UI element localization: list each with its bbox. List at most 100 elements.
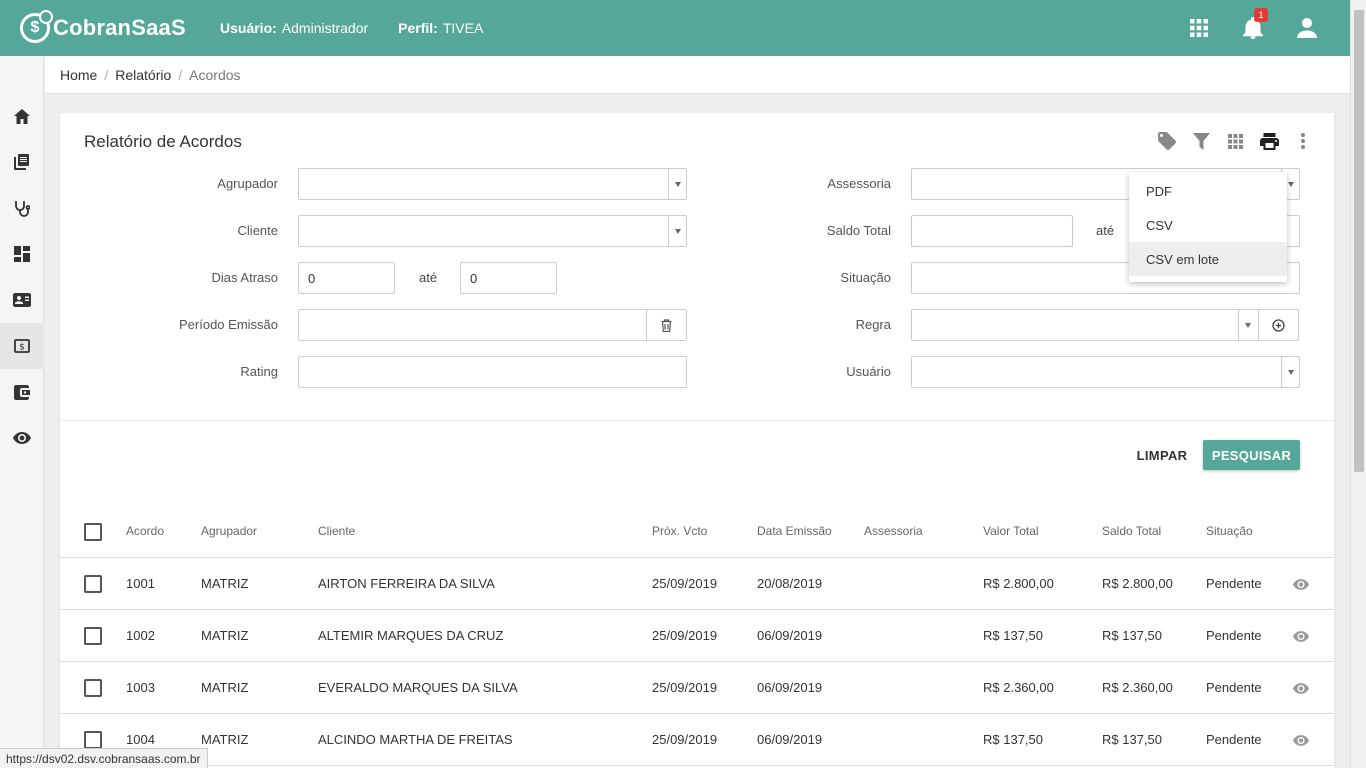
apps-grid-button[interactable]: [1172, 0, 1226, 56]
cell-prox-vcto: 25/09/2019: [652, 680, 718, 695]
profile-label: Perfil:: [398, 20, 438, 36]
dias-atraso-from-input[interactable]: 0: [298, 262, 395, 294]
assessoria-label: Assessoria: [827, 176, 891, 191]
cell-prox-vcto: 25/09/2019: [652, 576, 718, 591]
sidebar-item-contacts[interactable]: [0, 277, 44, 323]
cell-valor-total: R$ 2.360,00: [983, 680, 1054, 695]
sidebar-item-health[interactable]: [0, 185, 44, 231]
breadcrumb-relatorio[interactable]: Relatório: [115, 67, 171, 83]
table-row[interactable]: 1001 MATRIZ AIRTON FERREIRA DA SILVA 25/…: [60, 558, 1334, 610]
clear-date-button[interactable]: [646, 310, 686, 340]
app-logo[interactable]: $ CobranSaaS: [20, 10, 220, 43]
cell-prox-vcto: 25/09/2019: [652, 732, 718, 747]
table-row[interactable]: 1002 MATRIZ ALTEMIR MARQUES DA CRUZ 25/0…: [60, 610, 1334, 662]
agrupador-label: Agrupador: [217, 176, 278, 191]
user-label: Usuário:: [220, 20, 277, 36]
chevron-down-icon[interactable]: [1238, 310, 1256, 340]
cell-situacao: Pendente: [1206, 732, 1262, 747]
menu-item-csv-em-lote[interactable]: CSV em lote: [1129, 242, 1287, 276]
saldo-total-from-input[interactable]: [911, 215, 1073, 247]
column-agrupador[interactable]: Agrupador: [201, 524, 257, 538]
stethoscope-icon: [15, 200, 30, 217]
saldo-total-label: Saldo Total: [826, 223, 891, 238]
cell-agrupador: MATRIZ: [201, 732, 249, 747]
column-data-emissao[interactable]: Data Emissão: [757, 524, 832, 538]
column-assessoria[interactable]: Assessoria: [864, 524, 923, 538]
cell-acordo: 1004: [126, 732, 155, 747]
cell-data-emissao: 20/08/2019: [757, 576, 823, 591]
regra-label: Regra: [855, 317, 891, 332]
sidebar-item-finance[interactable]: $: [0, 323, 44, 369]
top-bar: $ CobranSaaS Usuário: Administrador Perf…: [0, 0, 1350, 56]
page-scrollbar[interactable]: [1350, 0, 1366, 768]
limpar-button[interactable]: LIMPAR: [1132, 440, 1192, 470]
row-checkbox[interactable]: [84, 679, 102, 697]
scrollbar-thumb[interactable]: [1354, 10, 1364, 472]
cliente-select[interactable]: [298, 215, 687, 247]
breadcrumb-home[interactable]: Home: [60, 67, 97, 83]
view-eye-icon[interactable]: [1293, 683, 1309, 694]
chevron-down-icon[interactable]: [668, 216, 686, 246]
select-all-checkbox[interactable]: [84, 523, 102, 541]
person-icon: [1297, 18, 1317, 38]
column-situacao[interactable]: Situação: [1206, 524, 1253, 538]
situacao-label: Situação: [840, 270, 891, 285]
usuario-select[interactable]: [911, 356, 1300, 388]
cell-saldo-total: R$ 2.800,00: [1102, 576, 1173, 591]
more-options-button[interactable]: [1286, 129, 1320, 153]
notification-badge: 1: [1254, 8, 1268, 22]
menu-item-csv[interactable]: CSV: [1129, 208, 1287, 242]
print-menu: PDF CSV CSV em lote: [1129, 172, 1287, 282]
cell-data-emissao: 06/09/2019: [757, 732, 823, 747]
row-checkbox[interactable]: [84, 575, 102, 593]
dias-atraso-from-value: 0: [308, 271, 316, 286]
print-button[interactable]: [1252, 129, 1286, 153]
column-valor-total[interactable]: Valor Total: [983, 524, 1039, 538]
row-checkbox[interactable]: [84, 731, 102, 749]
chevron-down-icon[interactable]: [668, 169, 686, 199]
menu-item-pdf[interactable]: PDF: [1129, 174, 1287, 208]
column-prox-vcto[interactable]: Próx. Vcto: [652, 524, 707, 538]
chevron-down-icon[interactable]: [1281, 357, 1299, 387]
tag-icon: [1158, 132, 1176, 150]
sidebar-item-dashboard[interactable]: [0, 231, 44, 277]
table-row[interactable]: 1004 MATRIZ ALCINDO MARTHA DE FREITAS 25…: [60, 714, 1334, 766]
cell-saldo-total: R$ 2.360,00: [1102, 680, 1173, 695]
periodo-emissao-label: Período Emissão: [179, 317, 278, 332]
rating-input[interactable]: [298, 356, 687, 388]
logo-text: CobranSaaS: [53, 15, 186, 40]
usuario-label: Usuário: [846, 364, 891, 379]
agrupador-select[interactable]: [298, 168, 687, 200]
column-cliente[interactable]: Cliente: [318, 524, 355, 538]
view-eye-icon[interactable]: [1293, 579, 1309, 590]
sidebar: $: [0, 56, 44, 768]
breadcrumb-separator: /: [104, 66, 109, 83]
cell-situacao: Pendente: [1206, 576, 1262, 591]
periodo-emissao-input[interactable]: [298, 309, 687, 341]
column-acordo[interactable]: Acordo: [126, 524, 164, 538]
user-account-button[interactable]: [1280, 0, 1334, 56]
dias-atraso-to-input[interactable]: 0: [460, 262, 557, 294]
breadcrumb-current: Acordos: [189, 66, 241, 83]
table-row[interactable]: 1003 MATRIZ EVERALDO MARQUES DA SILVA 25…: [60, 662, 1334, 714]
sidebar-item-home[interactable]: [0, 93, 44, 139]
view-eye-icon[interactable]: [1293, 631, 1309, 642]
print-icon: [1259, 132, 1279, 150]
notifications-button[interactable]: 1: [1226, 0, 1280, 56]
row-checkbox[interactable]: [84, 627, 102, 645]
columns-button[interactable]: [1218, 129, 1252, 153]
regra-select[interactable]: [911, 309, 1299, 341]
regra-add-button[interactable]: [1258, 310, 1298, 340]
pesquisar-button[interactable]: PESQUISAR: [1203, 440, 1300, 470]
filter-button[interactable]: [1184, 129, 1218, 153]
view-eye-icon[interactable]: [1293, 735, 1309, 746]
add-circle-icon: [1272, 318, 1285, 332]
sidebar-item-view[interactable]: [0, 415, 44, 461]
sidebar-item-books[interactable]: [0, 139, 44, 185]
divider: [60, 420, 1334, 421]
column-saldo-total[interactable]: Saldo Total: [1102, 524, 1161, 538]
sidebar-item-wallet[interactable]: [0, 369, 44, 415]
user-value: Administrador: [281, 20, 369, 36]
tags-button[interactable]: [1150, 129, 1184, 153]
dias-atraso-label: Dias Atraso: [211, 270, 278, 285]
